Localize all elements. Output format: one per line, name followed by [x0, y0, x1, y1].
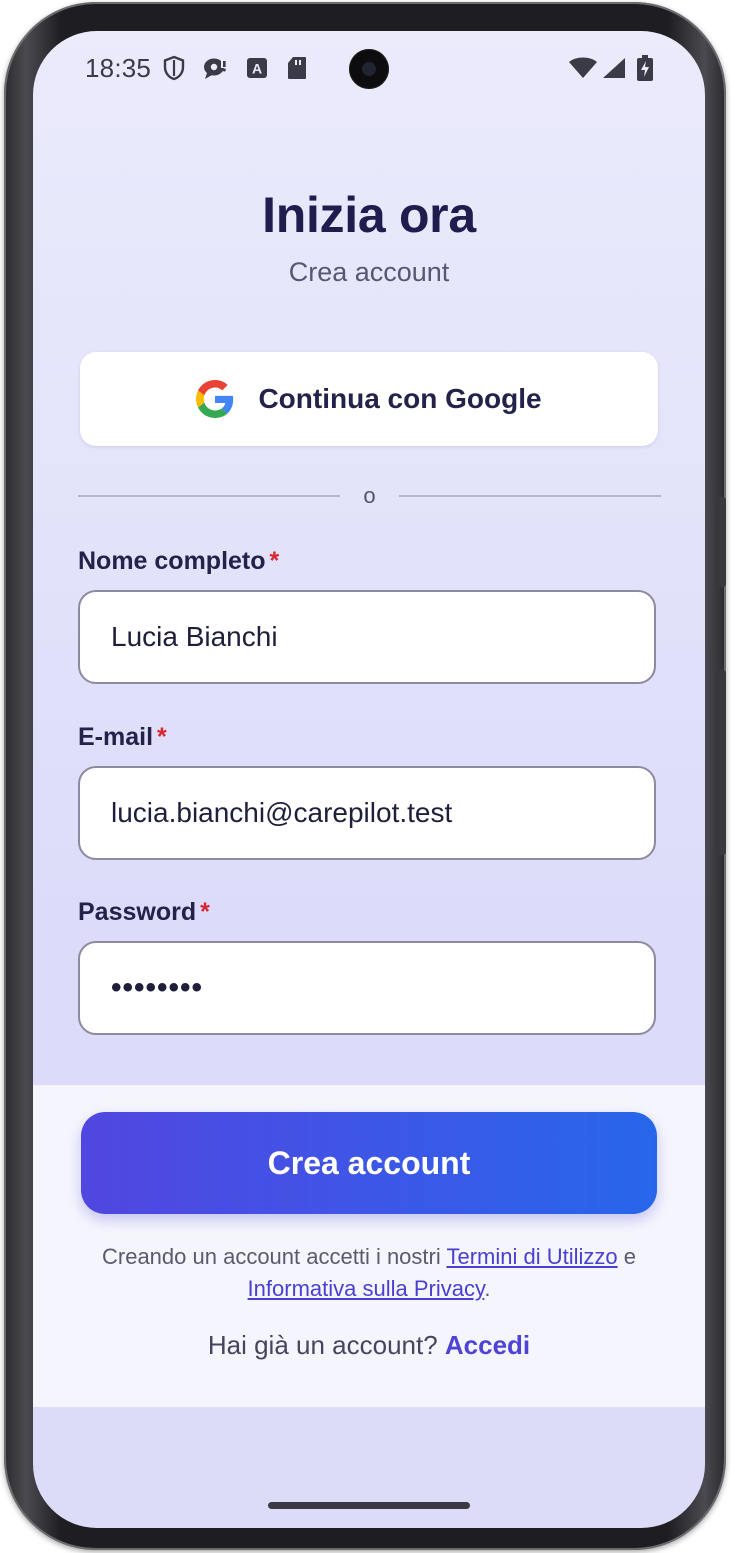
front-camera — [349, 49, 389, 89]
text-a-icon: A — [245, 55, 269, 81]
wifi-icon — [568, 55, 598, 81]
required-marker: * — [157, 723, 167, 751]
phone-frame: 18:35 A Inizia ora Crea account Continua… — [4, 2, 726, 1550]
bottom-action-panel: Crea account Creando un account accetti … — [33, 1085, 705, 1407]
divider-text: o — [363, 483, 376, 508]
shield-icon — [162, 55, 186, 81]
full-name-value: Lucia Bianchi — [111, 621, 278, 652]
svg-text:A: A — [252, 61, 262, 77]
terms-of-use-link[interactable]: Termini di Utilizzo — [446, 1244, 617, 1269]
sd-card-icon — [286, 55, 308, 81]
password-label-text: Password — [78, 898, 197, 926]
screen: 18:35 A Inizia ora Crea account Continua… — [33, 31, 705, 1528]
email-value: lucia.bianchi@carepilot.test — [111, 797, 453, 828]
email-field-label: E-mail * — [78, 723, 167, 752]
email-label-text: E-mail — [78, 723, 154, 751]
page-subtitle: Crea account — [288, 257, 450, 287]
signal-icon — [601, 55, 627, 81]
divider-left — [78, 495, 340, 497]
status-bar: 18:35 A — [33, 31, 705, 107]
name-field-label: Nome completo * — [78, 547, 279, 576]
terms-text: Creando un account accetti i nostri Term… — [73, 1241, 665, 1305]
home-indicator[interactable] — [268, 1502, 470, 1509]
google-logo-icon — [196, 380, 234, 418]
login-link[interactable]: Accedi — [445, 1330, 530, 1360]
required-marker: * — [200, 898, 210, 926]
google-signin-button[interactable]: Continua con Google — [80, 352, 658, 446]
create-account-label: Crea account — [267, 1144, 471, 1181]
password-field-label: Password * — [78, 898, 210, 927]
privacy-policy-link[interactable]: Informativa sulla Privacy — [248, 1276, 485, 1301]
required-marker: * — [269, 547, 280, 575]
login-prompt: Hai già un account? Accedi — [33, 1330, 705, 1361]
create-account-button[interactable]: Crea account — [81, 1112, 657, 1214]
divider-right — [399, 495, 661, 497]
chat-alert-icon — [201, 55, 229, 81]
google-button-label: Continua con Google — [258, 383, 542, 414]
password-input[interactable]: •••••••• — [78, 941, 656, 1035]
password-value: •••••••• — [111, 971, 204, 1004]
page-title: Inizia ora — [262, 187, 476, 243]
email-input[interactable]: lucia.bianchi@carepilot.test — [78, 766, 656, 860]
battery-charging-icon — [635, 55, 655, 81]
terms-prefix: Creando un account accetti i nostri — [102, 1244, 447, 1269]
volume-button — [719, 497, 726, 587]
login-prompt-text: Hai già un account? — [207, 1330, 445, 1360]
name-label-text: Nome completo — [78, 547, 266, 575]
terms-suffix: . — [484, 1276, 491, 1301]
full-name-input[interactable]: Lucia Bianchi — [78, 590, 656, 684]
status-time: 18:35 — [85, 53, 152, 83]
terms-middle: e — [617, 1244, 636, 1269]
power-button — [719, 670, 726, 855]
